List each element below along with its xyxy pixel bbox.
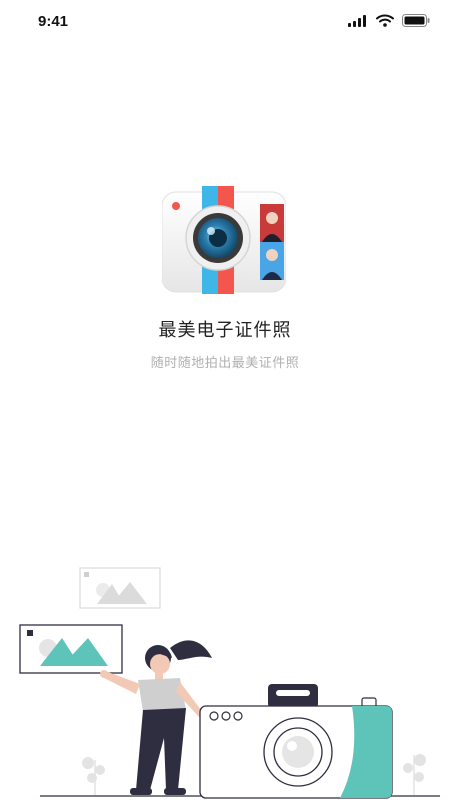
camera-illustration-icon — [199, 684, 393, 799]
illustration — [0, 560, 450, 800]
woman-with-camera-illustration-icon — [19, 567, 440, 799]
battery-icon — [402, 14, 430, 27]
app-logo — [161, 186, 287, 294]
plant-right-icon — [403, 754, 426, 795]
faded-picture-icon — [79, 567, 161, 609]
app-subtitle: 随时随地拍出最美证件照 — [150, 356, 300, 371]
status-bar: 9:41 — [0, 0, 450, 44]
app-title: 最美电子证件照 — [158, 320, 292, 341]
status-icons — [348, 14, 430, 27]
signal-icon — [348, 14, 366, 27]
status-time: 9:41 — [38, 13, 69, 30]
camera-id-photo-logo-icon — [161, 186, 287, 294]
plant-left-icon — [82, 757, 105, 795]
splash-screen: 9:41 最美电子证件照 随时随地拍出最美证件照 — [0, 0, 450, 800]
wifi-icon — [376, 14, 394, 27]
picture-frame-icon — [19, 624, 123, 674]
